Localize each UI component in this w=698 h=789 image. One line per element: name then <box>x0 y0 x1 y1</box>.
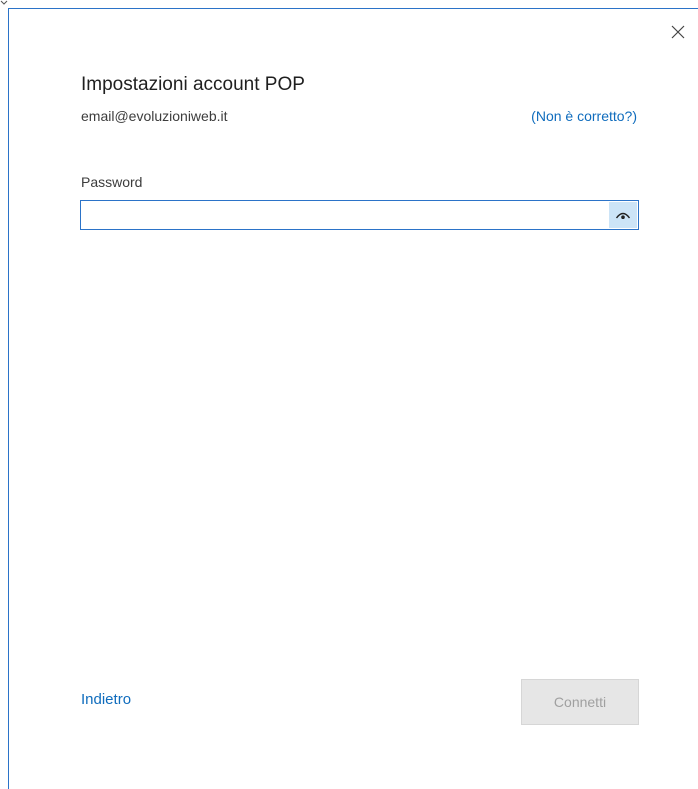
dialog-border-left <box>8 8 9 789</box>
pop-account-dialog: Impostazioni account POP email@evoluzion… <box>0 0 698 789</box>
back-link[interactable]: Indietro <box>81 691 131 708</box>
dialog-border-top <box>8 8 698 9</box>
close-icon <box>671 25 685 39</box>
window-edge <box>0 0 8 789</box>
account-email: email@evoluzioniweb.it <box>81 108 228 124</box>
password-input[interactable] <box>81 201 609 229</box>
password-field <box>80 200 639 230</box>
password-label: Password <box>81 174 143 190</box>
reveal-password-button[interactable] <box>609 202 637 228</box>
dialog-title: Impostazioni account POP <box>81 74 305 95</box>
close-button[interactable] <box>664 20 692 44</box>
not-correct-link[interactable]: (Non è corretto?) <box>531 108 637 124</box>
eye-icon <box>615 212 631 219</box>
window-corner-icon <box>0 0 10 8</box>
connect-button[interactable]: Connetti <box>521 679 639 725</box>
